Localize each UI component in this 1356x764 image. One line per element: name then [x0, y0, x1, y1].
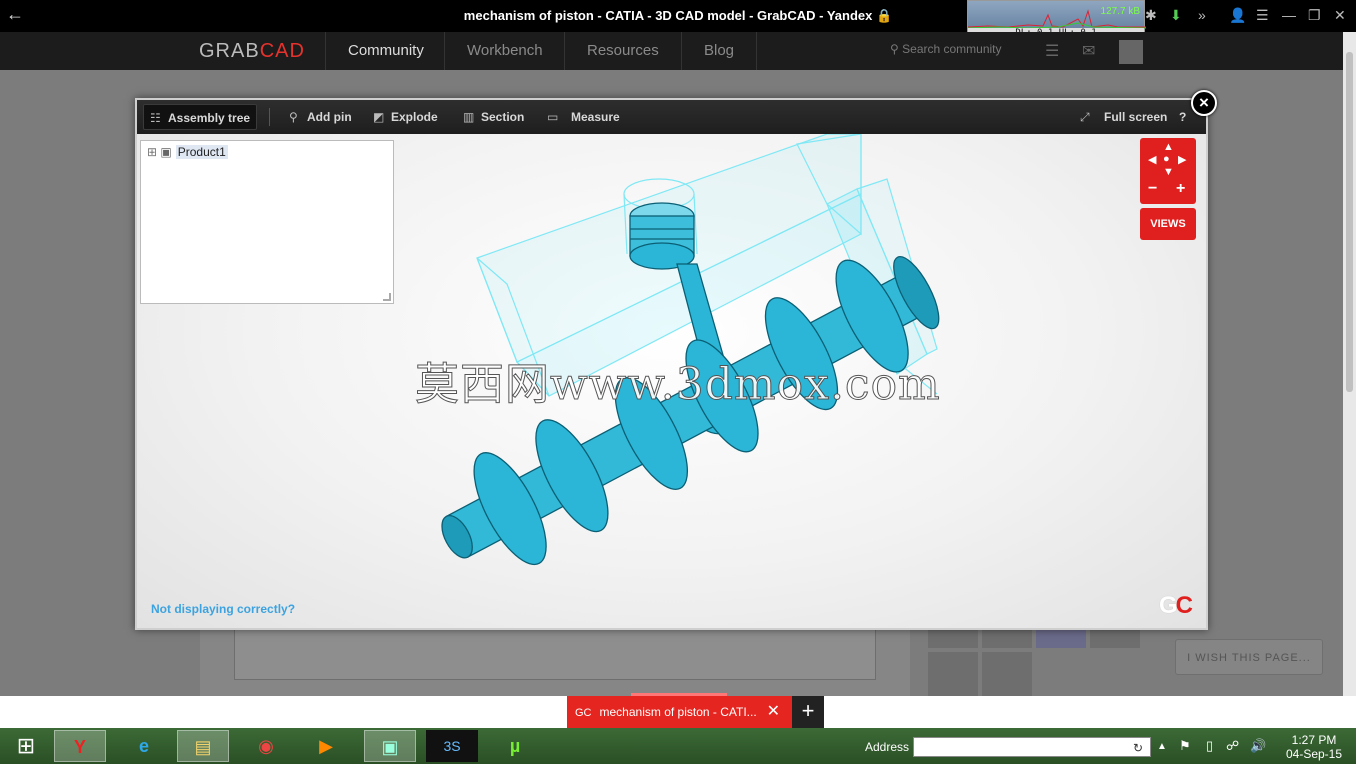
- cad-viewer: ☷ Assembly tree ⚲ Add pin ◩ Explode ▥ Sectio…: [135, 98, 1208, 630]
- snowflake-icon[interactable]: ✱: [1145, 7, 1157, 24]
- yandex-icon[interactable]: Y: [54, 730, 106, 762]
- address-label: Address: [865, 740, 910, 754]
- start-icon[interactable]: ⊞: [0, 730, 52, 762]
- menu-icon[interactable]: ☰: [1045, 41, 1059, 61]
- pin-icon: ⚲: [289, 110, 298, 124]
- grabcad-logo[interactable]: GRABCAD: [199, 40, 305, 63]
- explode-icon: ◩: [373, 110, 385, 124]
- tree-node-product1[interactable]: ⊞ ▣ Product1: [147, 145, 228, 159]
- help-button[interactable]: ?: [1179, 100, 1186, 134]
- viewer-toolbar: ☷ Assembly tree ⚲ Add pin ◩ Explode ▥ Sectio…: [137, 100, 1206, 134]
- media-player-icon[interactable]: ▶: [300, 730, 352, 762]
- thumbnail[interactable]: [1090, 630, 1140, 648]
- menu-icon[interactable]: ☰: [1256, 7, 1269, 24]
- battery-icon[interactable]: ▯: [1206, 738, 1213, 754]
- navigation-pad: ▲ ◀ ● ▶ ▼ − +: [1140, 138, 1196, 204]
- not-displaying-link[interactable]: Not displaying correctly?: [151, 602, 295, 616]
- resize-handle[interactable]: [383, 293, 391, 301]
- new-tab-button[interactable]: +: [792, 696, 824, 728]
- thumbnail[interactable]: [982, 630, 1032, 648]
- address-input[interactable]: [913, 737, 1151, 757]
- assembly-tree-panel: ⊞ ▣ Product1: [140, 140, 394, 304]
- maximize-icon[interactable]: ❐: [1308, 7, 1321, 24]
- zoom-out-icon[interactable]: −: [1148, 180, 1157, 198]
- full-screen-button[interactable]: ⤢ Full screen: [1080, 100, 1167, 134]
- tab-favicon: GC: [575, 707, 592, 719]
- search-input[interactable]: ⚲ Search community: [890, 42, 1002, 56]
- pan-right-icon[interactable]: ▶: [1178, 153, 1186, 166]
- nav-workbench[interactable]: Workbench: [444, 32, 565, 70]
- watermark-text: 莫西网www.3dmox.com: [415, 359, 941, 411]
- ie-icon[interactable]: e: [118, 730, 170, 762]
- thumbnail[interactable]: [928, 652, 978, 696]
- system-clock[interactable]: 1:27 PM 04-Sep-15: [1280, 733, 1348, 761]
- nav-blog[interactable]: Blog: [681, 32, 758, 70]
- browser-titlebar: ← mechanism of piston - CATIA - 3D CAD m…: [0, 0, 1356, 40]
- expand-icon: ⤢: [1080, 110, 1090, 124]
- flag-icon[interactable]: ⚑: [1179, 738, 1191, 754]
- tray-expand-icon[interactable]: ▲: [1157, 741, 1167, 752]
- chrome-icon[interactable]: ◉: [240, 730, 292, 762]
- measure-button[interactable]: ▭ Measure: [547, 100, 620, 134]
- thumbnail[interactable]: [928, 630, 978, 648]
- thumbnail[interactable]: [982, 652, 1032, 696]
- gc-logo: GC: [1159, 592, 1193, 619]
- expand-icon[interactable]: ⊞: [147, 145, 157, 159]
- add-pin-button[interactable]: ⚲ Add pin: [289, 100, 352, 134]
- thumbnail[interactable]: [1036, 630, 1086, 648]
- 3d-viewport[interactable]: ⊞ ▣ Product1 ▲ ◀ ● ▶ ▼ − + VIEWS 莫西网www.3…: [137, 134, 1206, 628]
- close-window-icon[interactable]: ✕: [1334, 7, 1346, 24]
- zoom-in-icon[interactable]: +: [1176, 180, 1185, 198]
- utorrent-icon[interactable]: µ: [489, 730, 541, 762]
- app-icon[interactable]: ▣: [364, 730, 416, 762]
- pan-up-icon[interactable]: ▲: [1163, 141, 1174, 153]
- list-icon: ☷: [150, 111, 161, 125]
- clock-date: 04-Sep-15: [1285, 747, 1343, 761]
- network-icon[interactable]: ☍: [1226, 738, 1239, 754]
- browser-tab-bar: GC mechanism of piston - CATI... ✕ +: [0, 693, 1356, 728]
- site-nav: GRABCAD Community Workbench Resources Bl…: [0, 32, 1343, 70]
- volume-icon[interactable]: 🔊: [1250, 738, 1266, 754]
- views-button[interactable]: VIEWS: [1140, 208, 1196, 240]
- refresh-icon[interactable]: ↻: [1133, 741, 1143, 755]
- lock-icon: 🔒: [876, 8, 893, 23]
- page-scrollbar[interactable]: [1343, 32, 1356, 696]
- clock-time: 1:27 PM: [1291, 733, 1337, 747]
- assembly-icon: ▣: [160, 145, 172, 159]
- center-icon[interactable]: ●: [1163, 153, 1170, 165]
- section-icon: ▥: [463, 110, 475, 124]
- close-tab-icon[interactable]: ✕: [767, 696, 780, 728]
- search-icon: ⚲: [890, 42, 899, 56]
- wish-button[interactable]: I WISH THIS PAGE...: [1175, 639, 1323, 675]
- chevrons-icon[interactable]: »: [1198, 7, 1206, 23]
- avatar[interactable]: [1119, 40, 1143, 64]
- mail-icon[interactable]: ✉: [1082, 41, 1095, 61]
- ruler-icon: ▭: [547, 110, 559, 124]
- section-button[interactable]: ▥ Section: [463, 100, 524, 134]
- explode-button[interactable]: ◩ Explode: [373, 100, 438, 134]
- download-icon[interactable]: ⬇: [1170, 7, 1182, 24]
- nav-community[interactable]: Community: [325, 32, 446, 70]
- user-icon[interactable]: 👤: [1229, 7, 1246, 24]
- windows-taskbar: ⊞ Y e ▤ ◉ ▶ ▣ 3S µ Address ↻ ▲ ⚑ ▯ ☍ 🔊 1…: [0, 728, 1356, 764]
- active-tab[interactable]: GC mechanism of piston - CATI... ✕: [567, 696, 792, 728]
- nav-resources[interactable]: Resources: [564, 32, 681, 70]
- assembly-tree-button[interactable]: ☷ Assembly tree: [143, 104, 258, 130]
- close-viewer-button[interactable]: ×: [1191, 90, 1217, 116]
- 3ds-max-icon[interactable]: 3S: [426, 730, 478, 762]
- explorer-icon[interactable]: ▤: [177, 730, 229, 762]
- net-speed: 127.7 kB: [1100, 6, 1140, 17]
- minimize-icon[interactable]: —: [1282, 7, 1296, 23]
- scrollbar-thumb[interactable]: [1346, 52, 1353, 392]
- pan-left-icon[interactable]: ◀: [1148, 153, 1156, 166]
- pan-down-icon[interactable]: ▼: [1163, 166, 1174, 178]
- toolbar-divider: [269, 108, 270, 126]
